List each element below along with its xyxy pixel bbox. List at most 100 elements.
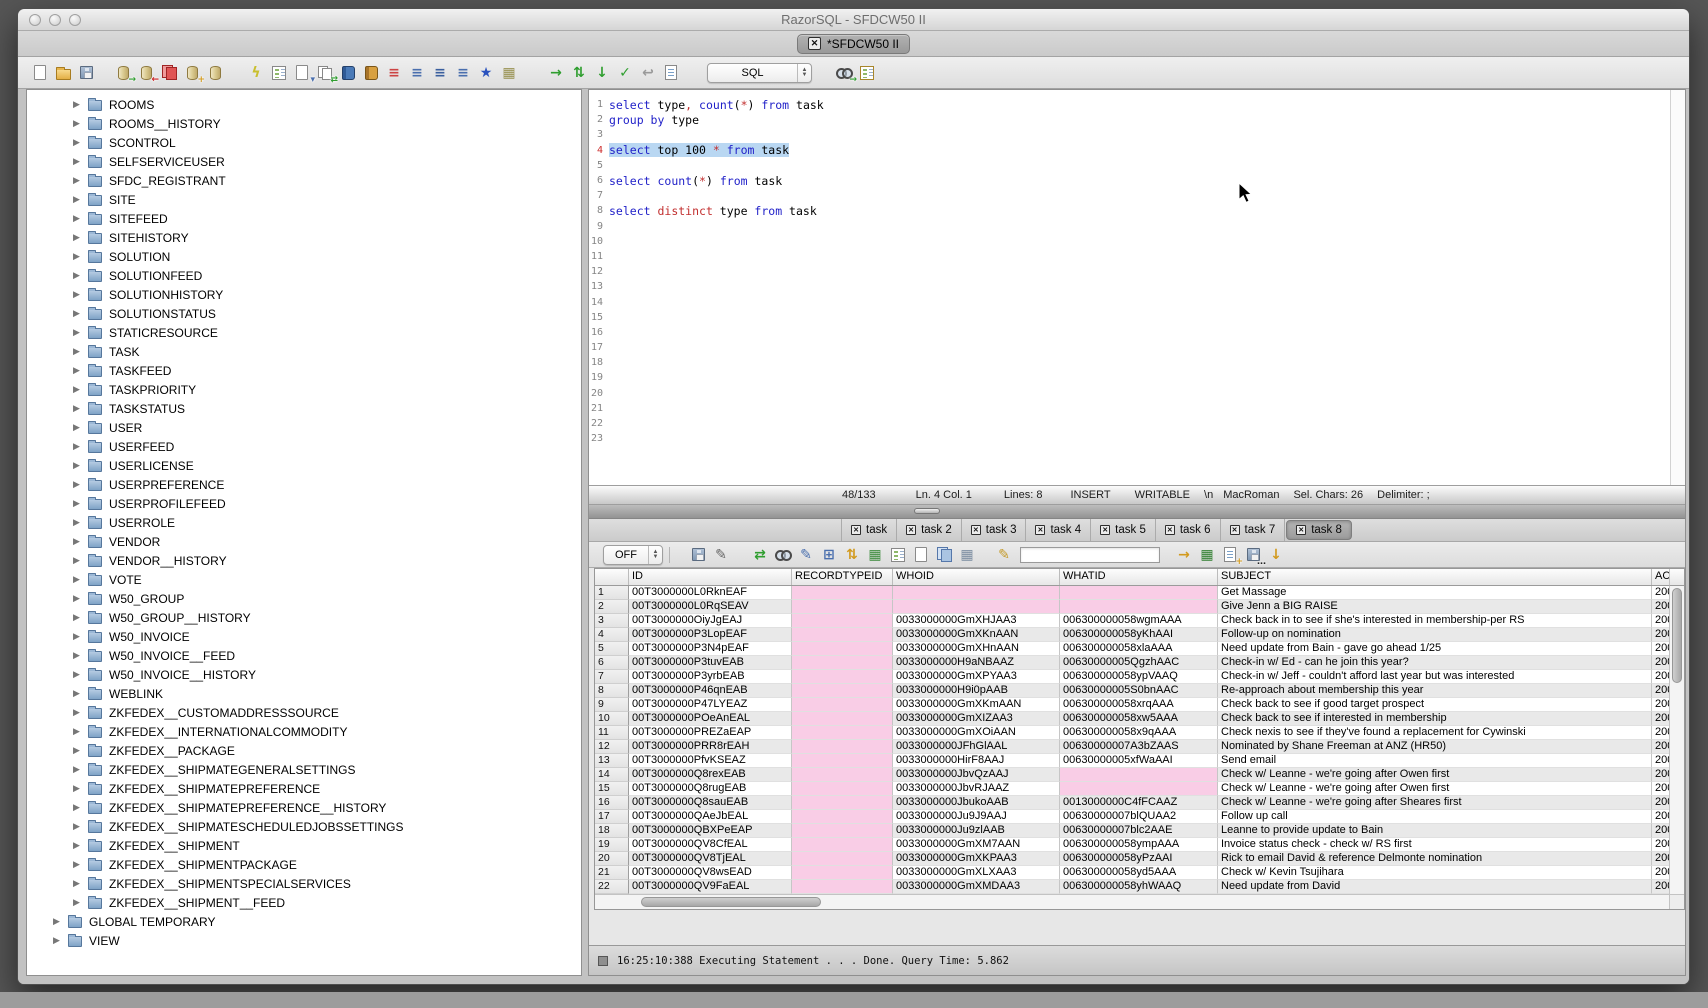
tree-item-taskstatus[interactable]: ▶TASKSTATUS bbox=[27, 399, 581, 418]
tree-item-zkfedex__shipmategeneralsettings[interactable]: ▶ZKFEDEX__SHIPMATEGENERALSETTINGS bbox=[27, 760, 581, 779]
cell-ac[interactable]: 2008 bbox=[1652, 810, 1669, 824]
cell-id[interactable]: 00T3000000Q8rexEAB bbox=[629, 768, 792, 782]
table-row[interactable]: 100T3000000L0RknEAFGet Massage2008 bbox=[595, 586, 1669, 600]
cell-recordtypeid[interactable] bbox=[792, 782, 893, 796]
connection-manager-icon[interactable]: ≡ bbox=[384, 63, 404, 83]
cell-whoid[interactable]: 0033000000GmXHnAAN bbox=[893, 642, 1060, 656]
table-row[interactable]: 500T3000000P3N4pEAF0033000000GmXHnAAN006… bbox=[595, 642, 1669, 656]
cell-id[interactable]: 00T3000000QBXPeEAP bbox=[629, 824, 792, 838]
cell-whoid[interactable]: 0033000000JFhGlAAL bbox=[893, 740, 1060, 754]
table-row[interactable]: 1700T3000000QAeJbEAL0033000000Ju9J9AAJ00… bbox=[595, 810, 1669, 824]
cell-subject[interactable]: Re-approach about membership this year bbox=[1218, 684, 1652, 698]
table-row[interactable]: 400T3000000P3LopEAF0033000000GmXKnAAN006… bbox=[595, 628, 1669, 642]
cell-id[interactable]: 00T3000000Q8sauEAB bbox=[629, 796, 792, 810]
cell-subject[interactable]: Need update from Bain - gave go ahead 1/… bbox=[1218, 642, 1652, 656]
disclosure-triangle-icon[interactable]: ▶ bbox=[73, 802, 83, 813]
cell-ac[interactable]: 2008 bbox=[1652, 726, 1669, 740]
cell-id[interactable]: 00T3000000QAeJbEAL bbox=[629, 810, 792, 824]
cell-whatid[interactable]: 006300000058yKhAAI bbox=[1060, 628, 1218, 642]
disclosure-triangle-icon[interactable]: ▶ bbox=[73, 859, 83, 870]
cell-whoid[interactable]: 0033000000GmXMDAA3 bbox=[893, 880, 1060, 894]
close-results-tab-icon[interactable]: ✕ bbox=[1100, 525, 1110, 535]
disclosure-triangle-icon[interactable]: ▶ bbox=[73, 232, 83, 243]
import-data-icon[interactable]: ≡ bbox=[430, 63, 450, 83]
find-in-results-icon[interactable]: → bbox=[1174, 545, 1194, 565]
help-documentation-icon[interactable] bbox=[361, 63, 381, 83]
cell-whatid[interactable]: 006300000058xlaAAA bbox=[1060, 642, 1218, 656]
disclosure-triangle-icon[interactable]: ▶ bbox=[73, 783, 83, 794]
cell-subject[interactable]: Invoice status check - check w/ RS first bbox=[1218, 838, 1652, 852]
new-file-icon[interactable] bbox=[30, 63, 50, 83]
save-grid-icon[interactable]: … bbox=[1243, 545, 1263, 565]
disclosure-triangle-icon[interactable]: ▶ bbox=[73, 365, 83, 376]
tree-item-zkfedex__shipmatepreference__history[interactable]: ▶ZKFEDEX__SHIPMATEPREFERENCE__HISTORY bbox=[27, 798, 581, 817]
disclosure-triangle-icon[interactable]: ▶ bbox=[73, 479, 83, 490]
editor-line-2[interactable]: 2group by type bbox=[589, 112, 1670, 127]
form-view-icon[interactable] bbox=[888, 545, 908, 565]
tree-item-vendor__history[interactable]: ▶VENDOR__HISTORY bbox=[27, 551, 581, 570]
editor-line-7[interactable]: 7 bbox=[589, 188, 1670, 203]
cell-whatid[interactable]: 00630000005QgzhAAC bbox=[1060, 656, 1218, 670]
editor-line-22[interactable]: 22 bbox=[589, 416, 1670, 431]
tree-item-rooms__history[interactable]: ▶ROOMS__HISTORY bbox=[27, 114, 581, 133]
tree-item-staticresource[interactable]: ▶STATICRESOURCE bbox=[27, 323, 581, 342]
tree-item-global temporary[interactable]: ▶GLOBAL TEMPORARY bbox=[27, 912, 581, 931]
cell-whoid[interactable]: 0033000000GmXPYAA3 bbox=[893, 670, 1060, 684]
disclosure-triangle-icon[interactable]: ▶ bbox=[73, 878, 83, 889]
table-row[interactable]: 1000T3000000POeAnEAL0033000000GmXIZAA300… bbox=[595, 712, 1669, 726]
sql-editor[interactable]: 1select type, count(*) from task2group b… bbox=[589, 90, 1685, 485]
cell-subject[interactable]: Send email bbox=[1218, 754, 1652, 768]
cell-recordtypeid[interactable] bbox=[792, 670, 893, 684]
column-header-whoid[interactable]: WHOID bbox=[893, 569, 1060, 585]
disclosure-triangle-icon[interactable]: ▶ bbox=[73, 251, 83, 262]
tree-item-site[interactable]: ▶SITE bbox=[27, 190, 581, 209]
cell-recordtypeid[interactable] bbox=[792, 880, 893, 894]
cell-whatid[interactable]: 006300000058x9qAAA bbox=[1060, 726, 1218, 740]
execute-sql-icon[interactable]: → bbox=[546, 63, 566, 83]
editor-line-13[interactable]: 13 bbox=[589, 279, 1670, 294]
cell-ac[interactable]: 2008 bbox=[1652, 740, 1669, 754]
tree-item-view[interactable]: ▶VIEW bbox=[27, 931, 581, 950]
execute-all-icon[interactable]: ↓ bbox=[592, 63, 612, 83]
disclosure-triangle-icon[interactable]: ▶ bbox=[73, 422, 83, 433]
splitter-handle[interactable] bbox=[589, 505, 1685, 519]
tree-item-taskpriority[interactable]: ▶TASKPRIORITY bbox=[27, 380, 581, 399]
results-tab-task-7[interactable]: ✕task 7 bbox=[1221, 519, 1286, 541]
cell-id[interactable]: 00T3000000P3LopEAF bbox=[629, 628, 792, 642]
cell-recordtypeid[interactable] bbox=[792, 698, 893, 712]
view-query-icon[interactable] bbox=[773, 545, 793, 565]
cell-whoid[interactable]: 0033000000H9i0pAAB bbox=[893, 684, 1060, 698]
database-connection-icon[interactable] bbox=[205, 63, 225, 83]
cell-ac[interactable]: 2008 bbox=[1652, 684, 1669, 698]
cell-whatid[interactable]: 006300000058xw5AAA bbox=[1060, 712, 1218, 726]
results-tab-task-6[interactable]: ✕task 6 bbox=[1156, 519, 1221, 541]
tree-item-userfeed[interactable]: ▶USERFEED bbox=[27, 437, 581, 456]
tree-item-solutionhistory[interactable]: ▶SOLUTIONHISTORY bbox=[27, 285, 581, 304]
cell-recordtypeid[interactable] bbox=[792, 614, 893, 628]
results-tab-task-8[interactable]: ✕task 8 bbox=[1286, 520, 1352, 540]
tree-item-zkfedex__shipment__feed[interactable]: ▶ZKFEDEX__SHIPMENT__FEED bbox=[27, 893, 581, 912]
editor-line-18[interactable]: 18 bbox=[589, 355, 1670, 370]
database-browser-icon[interactable]: ▦ bbox=[499, 63, 519, 83]
cell-whatid[interactable]: 00630000005S0bnAAC bbox=[1060, 684, 1218, 698]
cell-ac[interactable]: 2008 bbox=[1652, 642, 1669, 656]
cell-id[interactable]: 00T3000000PREZaEAP bbox=[629, 726, 792, 740]
cell-recordtypeid[interactable] bbox=[792, 796, 893, 810]
disclosure-triangle-icon[interactable]: ▶ bbox=[73, 612, 83, 623]
open-file-icon[interactable] bbox=[53, 63, 73, 83]
cell-whatid[interactable]: 006300000058ypVAAQ bbox=[1060, 670, 1218, 684]
table-row[interactable]: 300T3000000OiyJgEAJ0033000000GmXHJAA3006… bbox=[595, 614, 1669, 628]
tree-item-zkfedex__package[interactable]: ▶ZKFEDEX__PACKAGE bbox=[27, 741, 581, 760]
cell-subject[interactable]: Check w/ Leanne - we're going after Owen… bbox=[1218, 782, 1652, 796]
cell-whatid[interactable] bbox=[1060, 600, 1218, 614]
disclosure-triangle-icon[interactable]: ▶ bbox=[73, 650, 83, 661]
disclosure-triangle-icon[interactable]: ▶ bbox=[73, 403, 83, 414]
cell-whoid[interactable]: 0033000000Ju9zlAAB bbox=[893, 824, 1060, 838]
editor-line-20[interactable]: 20 bbox=[589, 386, 1670, 401]
disclosure-triangle-icon[interactable]: ▶ bbox=[73, 821, 83, 832]
disclosure-triangle-icon[interactable]: ▶ bbox=[73, 498, 83, 509]
tree-item-zkfedex__shipmentspecialservices[interactable]: ▶ZKFEDEX__SHIPMENTSPECIALSERVICES bbox=[27, 874, 581, 893]
query-results-list-icon[interactable] bbox=[857, 63, 877, 83]
editor-line-1[interactable]: 1select type, count(*) from task bbox=[589, 97, 1670, 112]
tree-item-sfdc_registrant[interactable]: ▶SFDC_REGISTRANT bbox=[27, 171, 581, 190]
